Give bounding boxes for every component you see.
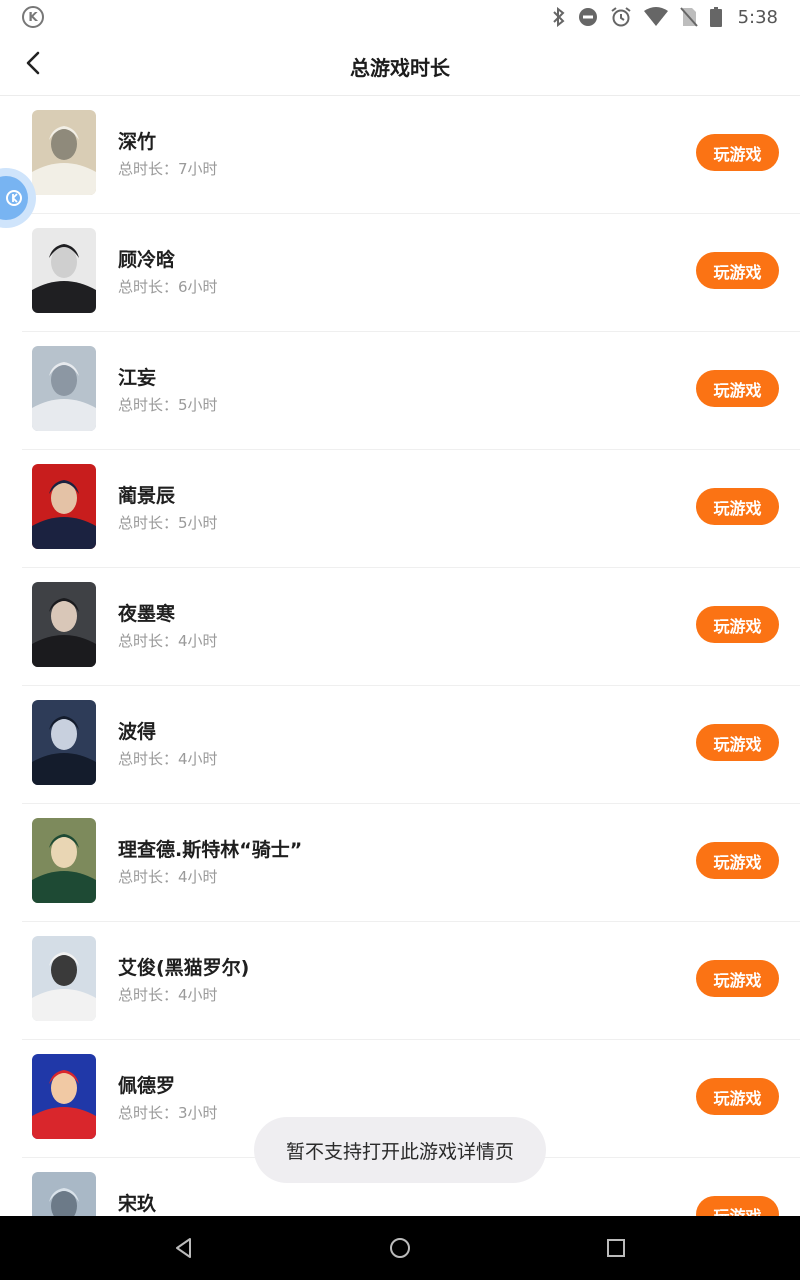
game-name: 江妄 bbox=[118, 367, 157, 389]
app-header: 总游戏时长 bbox=[0, 34, 800, 96]
play-game-button[interactable]: 玩游戏 bbox=[696, 960, 779, 997]
game-avatar[interactable] bbox=[32, 582, 96, 667]
home-circle-icon[interactable] bbox=[388, 1236, 412, 1260]
play-game-button[interactable]: 玩游戏 bbox=[696, 370, 779, 407]
play-game-button[interactable]: 玩游戏 bbox=[696, 488, 779, 525]
bluetooth-icon bbox=[552, 7, 565, 27]
avatar-image bbox=[32, 582, 96, 667]
game-row[interactable]: 理查德.斯特林“骑士” 总时长：4小时 玩游戏 bbox=[22, 804, 800, 922]
avatar-image bbox=[32, 110, 96, 195]
status-time: 5:38 bbox=[737, 6, 778, 28]
status-left: K bbox=[22, 6, 44, 28]
avatar-image bbox=[32, 464, 96, 549]
game-duration: 总时长：6小时 bbox=[118, 278, 218, 296]
avatar-image bbox=[32, 700, 96, 785]
k-logo-icon bbox=[6, 190, 22, 206]
floating-assist-inner bbox=[0, 176, 28, 220]
toast-message: 暂不支持打开此游戏详情页 bbox=[254, 1117, 546, 1183]
game-list[interactable]: 深竹 总时长：7小时 玩游戏 顾冷晗 总时长：6小时 玩游戏 江妄 总时长：5小时 玩游戏 蔺景辰… bbox=[0, 96, 800, 1276]
game-name: 顾冷晗 bbox=[118, 249, 176, 271]
game-row[interactable]: 顾冷晗总时长：6小时 玩游戏 bbox=[22, 214, 800, 332]
game-name: 夜墨寒 bbox=[118, 603, 176, 625]
game-name: 深竹 bbox=[118, 131, 157, 153]
play-game-button[interactable]: 玩游戏 bbox=[696, 724, 779, 761]
avatar-image bbox=[32, 936, 96, 1021]
no-sim-icon bbox=[679, 7, 698, 27]
k-app-icon: K bbox=[22, 6, 44, 28]
avatar-image bbox=[32, 228, 96, 313]
page-title: 总游戏时长 bbox=[350, 56, 450, 80]
game-duration: 总时长：4小时 bbox=[118, 750, 218, 768]
play-game-button[interactable]: 玩游戏 bbox=[696, 252, 779, 289]
game-duration: 总时长：4小时 bbox=[118, 868, 218, 886]
game-avatar[interactable] bbox=[32, 936, 96, 1021]
game-name: 波得 bbox=[118, 721, 157, 743]
avatar-image bbox=[32, 346, 96, 431]
game-row[interactable]: 夜墨寒总时长：4小时 玩游戏 bbox=[22, 568, 800, 686]
game-name: 理查德.斯特林“骑士” bbox=[118, 839, 303, 861]
game-avatar[interactable] bbox=[32, 818, 96, 903]
game-name: 宋玖 bbox=[118, 1193, 157, 1215]
play-game-button[interactable]: 玩游戏 bbox=[696, 1078, 779, 1115]
game-avatar[interactable] bbox=[32, 464, 96, 549]
avatar-image bbox=[32, 1054, 96, 1139]
game-row[interactable]: 艾俊(黑猫罗尔) 总时长：4小时 玩游戏 bbox=[22, 922, 800, 1040]
game-avatar[interactable] bbox=[32, 110, 96, 195]
do-not-disturb-icon bbox=[578, 8, 597, 26]
game-duration: 总时长：4小时 bbox=[118, 632, 218, 650]
play-game-button[interactable]: 玩游戏 bbox=[696, 606, 779, 643]
game-duration: 总时长：5小时 bbox=[118, 514, 218, 532]
wifi-icon bbox=[643, 7, 668, 26]
game-avatar[interactable] bbox=[32, 1054, 96, 1139]
system-nav-bar bbox=[0, 1216, 800, 1280]
game-avatar[interactable] bbox=[32, 346, 96, 431]
battery-icon bbox=[709, 7, 722, 27]
game-duration: 总时长：7小时 bbox=[118, 160, 218, 178]
game-duration: 总时长：5小时 bbox=[118, 396, 218, 414]
status-bar: K 5:38 bbox=[0, 0, 800, 34]
alarm-icon bbox=[610, 7, 631, 27]
game-avatar[interactable] bbox=[32, 700, 96, 785]
game-row[interactable]: 江妄总时长：5小时 玩游戏 bbox=[22, 332, 800, 450]
avatar-image bbox=[32, 818, 96, 903]
recents-square-icon[interactable] bbox=[604, 1236, 628, 1260]
status-right: 5:38 bbox=[552, 6, 778, 28]
game-duration: 总时长：4小时 bbox=[118, 986, 218, 1004]
game-row[interactable]: 波得总时长：4小时 玩游戏 bbox=[22, 686, 800, 804]
game-name: 佩德罗 bbox=[118, 1075, 176, 1097]
play-game-button[interactable]: 玩游戏 bbox=[696, 134, 779, 171]
game-avatar[interactable] bbox=[32, 228, 96, 313]
back-triangle-icon[interactable] bbox=[172, 1236, 196, 1260]
game-name: 蔺景辰 bbox=[118, 485, 176, 507]
game-duration: 总时长：3小时 bbox=[118, 1104, 218, 1122]
game-name: 艾俊(黑猫罗尔) bbox=[118, 957, 250, 979]
game-row[interactable]: 蔺景辰总时长：5小时 玩游戏 bbox=[22, 450, 800, 568]
game-row[interactable]: 深竹总时长：7小时 玩游戏 bbox=[22, 96, 800, 214]
play-game-button[interactable]: 玩游戏 bbox=[696, 842, 779, 879]
